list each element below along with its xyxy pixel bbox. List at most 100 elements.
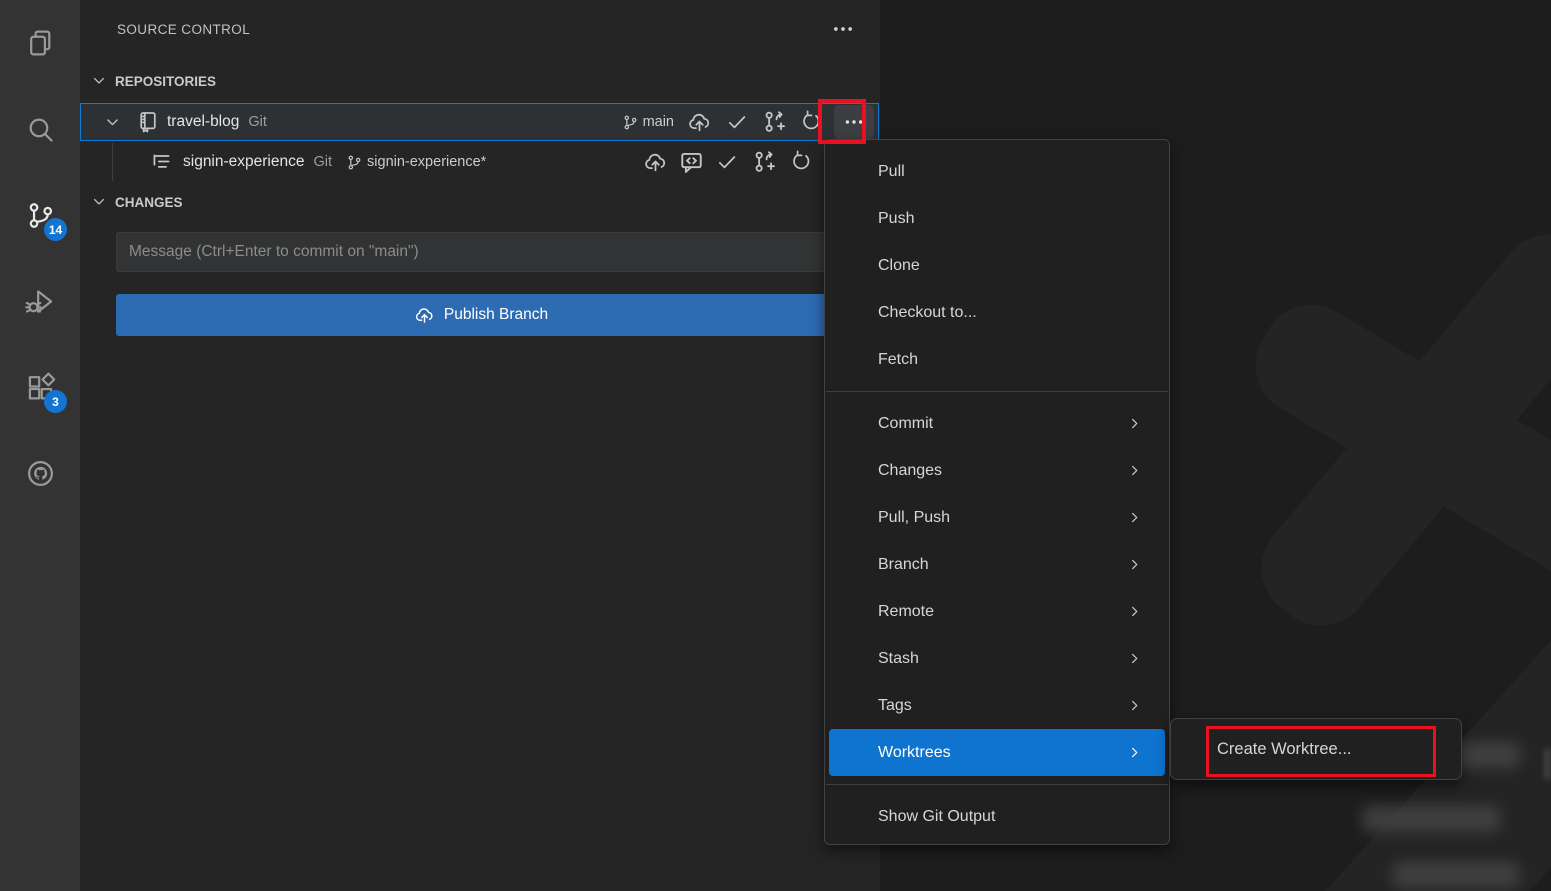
review-comment-button[interactable] <box>676 147 706 177</box>
activity-item-search[interactable] <box>0 86 80 172</box>
menu-item-show-git-output[interactable]: Show Git Output <box>829 793 1165 840</box>
menu-item-label: Remote <box>878 603 934 621</box>
check-icon <box>725 110 749 134</box>
cloud-upload-icon <box>643 150 668 175</box>
git-branch-icon <box>622 114 639 131</box>
publish-branch-label: Publish Branch <box>444 306 548 324</box>
sidebar-header: SOURCE CONTROL <box>80 0 880 56</box>
menu-item-label: Tags <box>878 697 912 715</box>
chevron-down-icon <box>90 72 108 90</box>
current-branch-label: main <box>643 114 674 130</box>
menu-item-label: Pull, Push <box>878 509 950 527</box>
chevron-right-icon <box>1126 462 1143 479</box>
menu-item-label: Commit <box>878 415 933 433</box>
chevron-down-icon <box>103 113 122 132</box>
worktree-row-signin-experience[interactable]: signin-experience Git signin-experience* <box>80 143 880 181</box>
worktrees-submenu: Create Worktree... <box>1170 718 1462 780</box>
worktree-provider-label: Git <box>314 154 333 170</box>
menu-item-label: Fetch <box>878 351 918 369</box>
checkout-branch-button[interactable]: main <box>622 114 674 131</box>
worktree-branch-label: signin-experience* <box>367 154 486 170</box>
repositories-section-label: REPOSITORIES <box>115 74 216 89</box>
menu-item-label: Changes <box>878 462 942 480</box>
menu-item-worktrees[interactable]: Worktrees <box>829 729 1165 776</box>
worktree-name: signin-experience <box>183 153 305 171</box>
menu-item-label: Show Git Output <box>878 808 995 826</box>
activity-item-source-control[interactable]: 14 <box>0 172 80 258</box>
menu-item-clone[interactable]: Clone <box>829 242 1165 289</box>
changes-section-label: CHANGES <box>115 195 183 210</box>
create-pull-request-button[interactable] <box>750 147 780 177</box>
git-pull-request-create-icon <box>762 109 788 135</box>
menu-item-remote[interactable]: Remote <box>829 588 1165 635</box>
activity-item-extensions[interactable]: 3 <box>0 344 80 430</box>
commit-message-input[interactable] <box>116 232 846 272</box>
publish-branch-button[interactable]: Publish Branch <box>116 294 846 336</box>
menu-item-fetch[interactable]: Fetch <box>829 336 1165 383</box>
git-context-menu: Pull Push Clone Checkout to... Fetch Commit Ch… <box>824 139 1170 845</box>
publish-action-button[interactable] <box>684 107 714 137</box>
git-branch-icon <box>346 154 363 171</box>
menu-item-branch[interactable]: Branch <box>829 541 1165 588</box>
menu-item-checkout-to[interactable]: Checkout to... <box>829 289 1165 336</box>
menu-item-label: Checkout to... <box>878 304 977 322</box>
commit-action-button[interactable] <box>722 107 752 137</box>
comment-code-icon <box>678 149 705 176</box>
repo-more-actions-button[interactable] <box>834 105 874 139</box>
sidebar-title: SOURCE CONTROL <box>117 22 250 37</box>
worktree-branch-button[interactable]: signin-experience* <box>346 154 486 171</box>
menu-item-label: Branch <box>878 556 929 574</box>
activity-badge: 3 <box>44 390 67 413</box>
activity-item-run-debug[interactable] <box>0 258 80 344</box>
commit-action-button[interactable] <box>712 147 742 177</box>
menu-item-changes[interactable]: Changes <box>829 447 1165 494</box>
ellipsis-icon <box>842 110 866 134</box>
search-icon <box>25 114 56 145</box>
menu-item-stash[interactable]: Stash <box>829 635 1165 682</box>
refresh-icon <box>789 150 813 174</box>
menu-item-commit[interactable]: Commit <box>829 400 1165 447</box>
repositories-section-header[interactable]: REPOSITORIES <box>80 62 880 100</box>
menu-item-tags[interactable]: Tags <box>829 682 1165 729</box>
cloud-upload-icon <box>414 305 435 326</box>
repo-row-travel-blog[interactable]: travel-blog Git main <box>80 103 879 141</box>
sync-changes-button[interactable] <box>786 147 816 177</box>
menu-item-pull-push[interactable]: Pull, Push <box>829 494 1165 541</box>
cloud-upload-icon <box>687 110 712 135</box>
ellipsis-icon <box>830 16 856 42</box>
publish-action-button[interactable] <box>640 147 670 177</box>
chevron-right-icon <box>1126 744 1143 761</box>
menu-item-create-worktree[interactable]: Create Worktree... <box>1217 740 1352 759</box>
menu-item-label: Push <box>878 210 914 228</box>
menu-separator <box>826 391 1168 392</box>
repo-provider-label: Git <box>248 114 267 130</box>
github-icon <box>25 458 56 489</box>
activity-item-github[interactable] <box>0 430 80 516</box>
vscode-window: 14 3 SOURCE CONTROL REPOSITORIES travel-b… <box>0 0 1551 891</box>
menu-separator <box>826 784 1168 785</box>
views-more-actions-button[interactable] <box>828 14 858 44</box>
sync-changes-button[interactable] <box>796 107 826 137</box>
chevron-right-icon <box>1126 509 1143 526</box>
menu-item-push[interactable]: Push <box>829 195 1165 242</box>
changes-section-header[interactable]: CHANGES <box>80 184 880 220</box>
blurred-text <box>1362 806 1500 832</box>
menu-item-pull[interactable]: Pull <box>829 148 1165 195</box>
repo-row-actions: main <box>622 105 878 139</box>
check-icon <box>715 150 739 174</box>
refresh-icon <box>799 110 823 134</box>
create-pull-request-button[interactable] <box>760 107 790 137</box>
menu-item-label: Stash <box>878 650 919 668</box>
activity-item-explorer[interactable] <box>0 0 80 86</box>
chevron-right-icon <box>1126 556 1143 573</box>
chevron-right-icon <box>1126 697 1143 714</box>
chevron-down-icon <box>90 193 108 211</box>
menu-item-label: Worktrees <box>878 744 951 762</box>
chevron-right-icon <box>1126 603 1143 620</box>
blurred-text <box>1544 748 1551 780</box>
debug-icon <box>25 286 56 317</box>
git-pull-request-create-icon <box>752 149 778 175</box>
chevron-right-icon <box>1126 650 1143 667</box>
source-control-sidebar: SOURCE CONTROL REPOSITORIES travel-blog … <box>80 0 880 891</box>
menu-item-label: Clone <box>878 257 920 275</box>
